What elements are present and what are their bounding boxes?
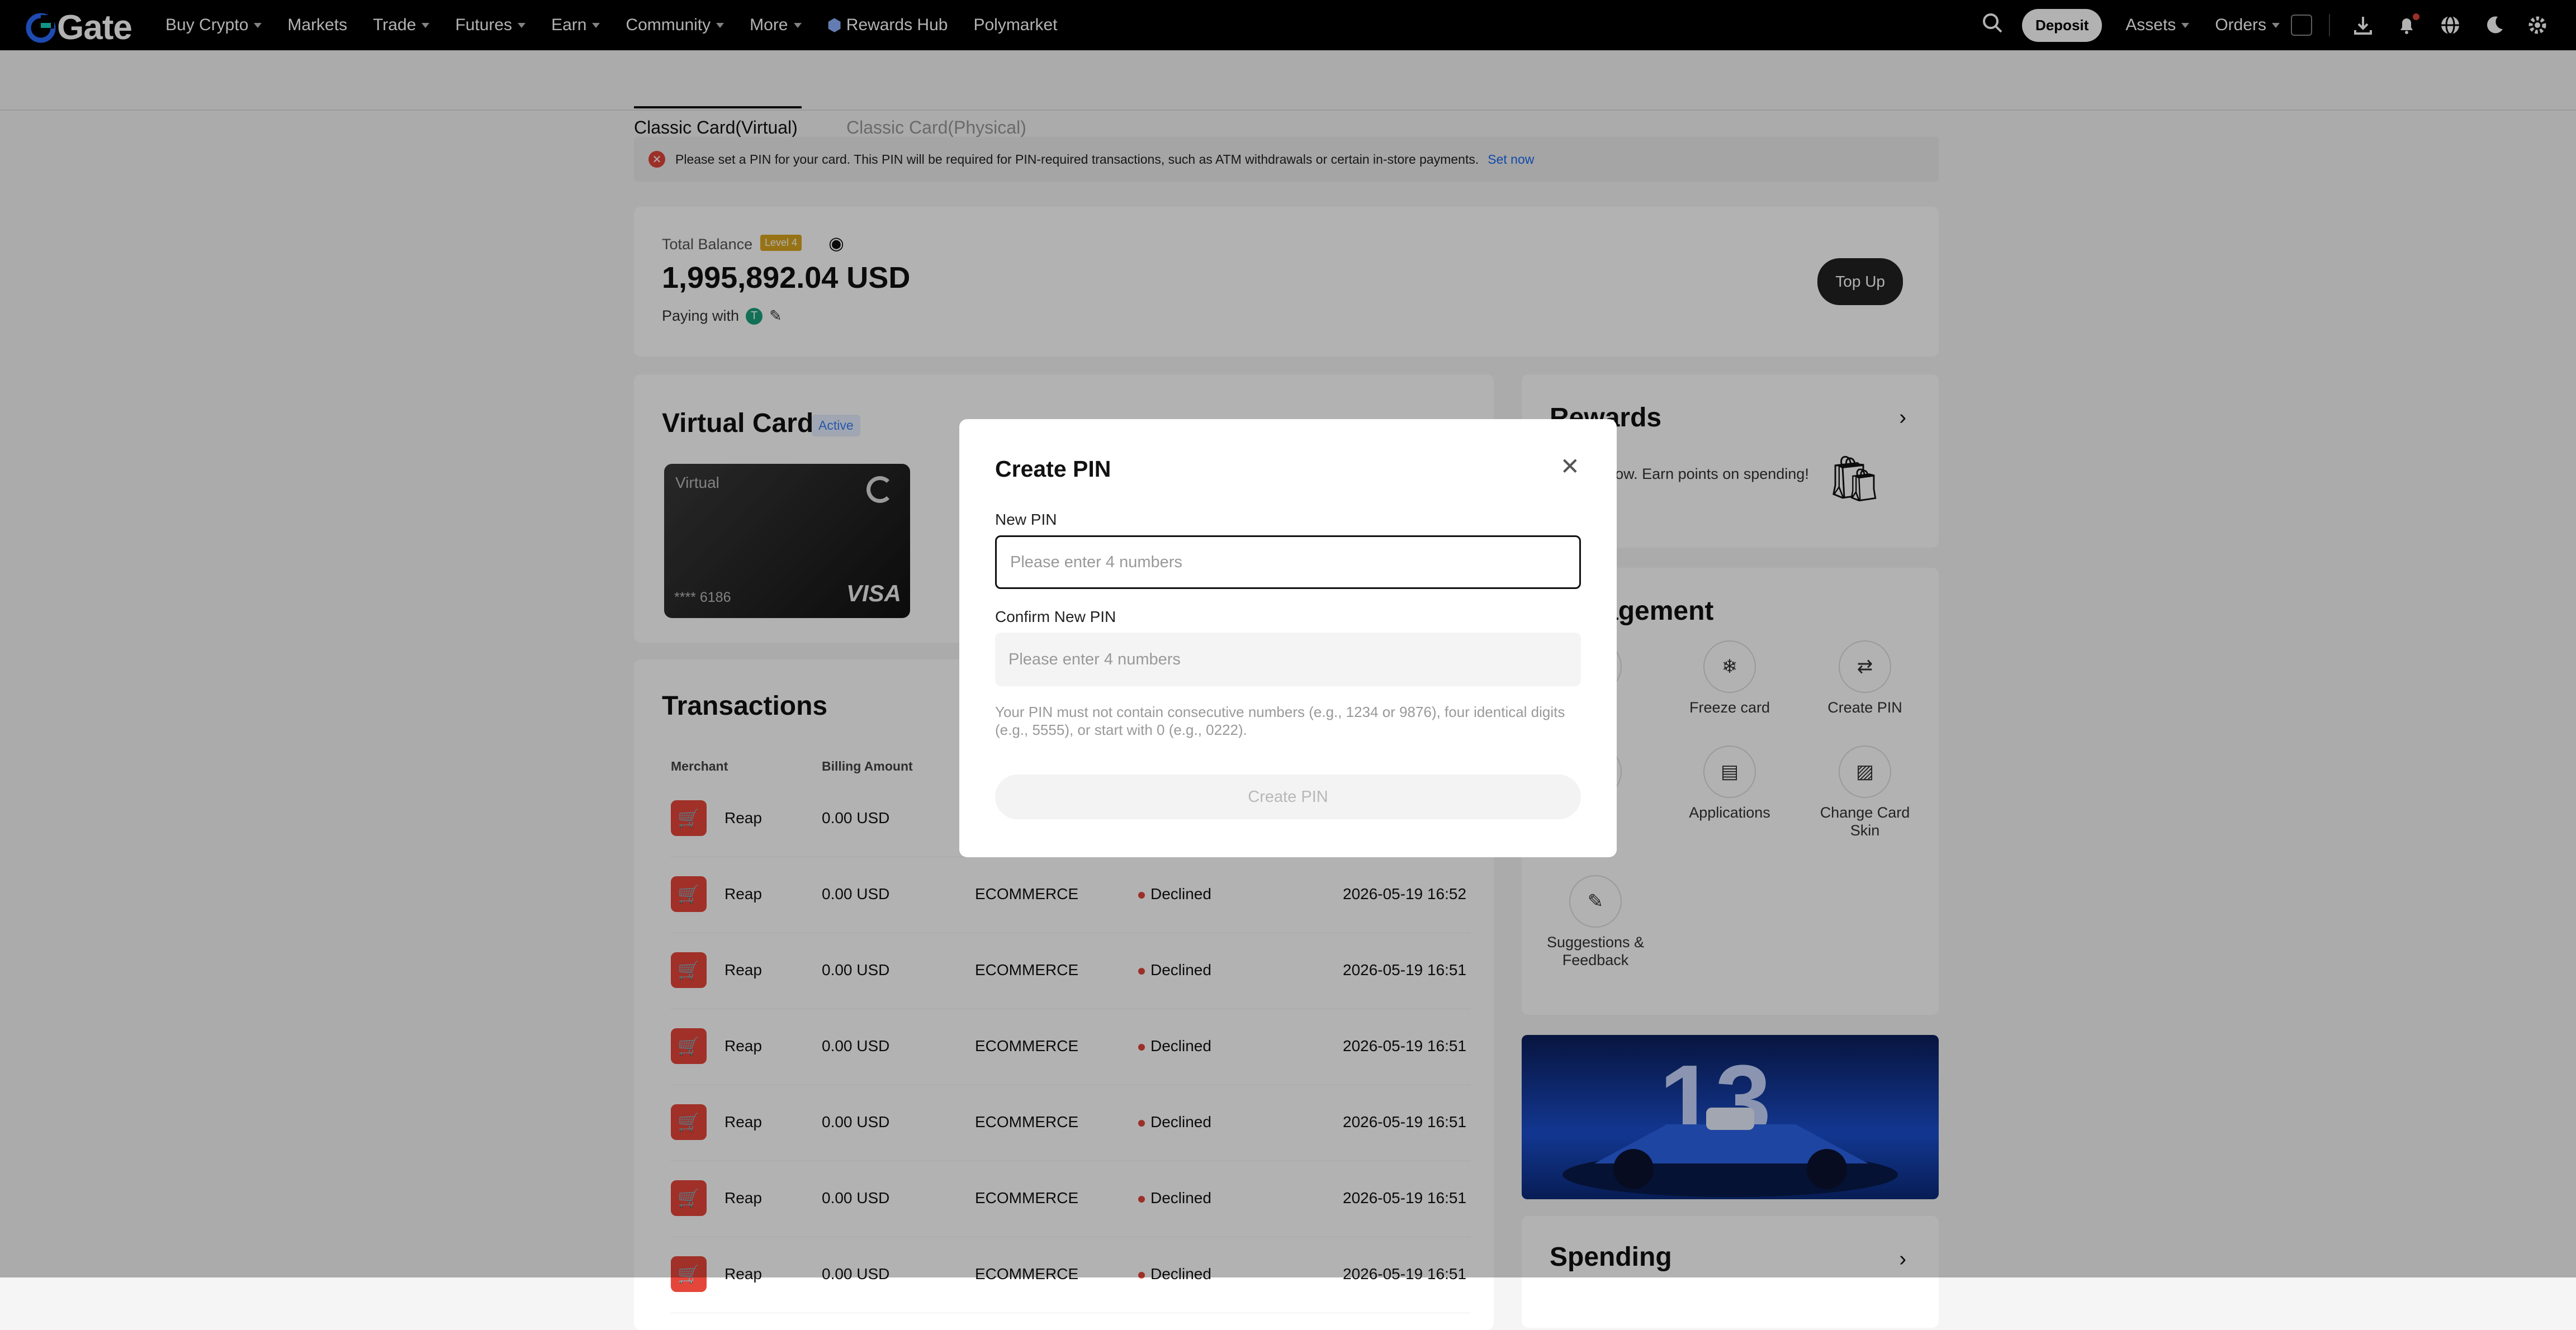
modal-title: Create PIN	[995, 456, 1111, 482]
pin-rules-help: Your PIN must not contain consecutive nu…	[995, 704, 1565, 738]
create-pin-modal: Create PIN ✕ New PIN Confirm New PIN You…	[959, 419, 1617, 857]
new-pin-label: New PIN	[995, 511, 1057, 528]
confirm-pin-label: Confirm New PIN	[995, 608, 1116, 625]
confirm-pin-input[interactable]	[995, 633, 1581, 686]
new-pin-input[interactable]	[995, 535, 1581, 589]
create-pin-button[interactable]: Create PIN	[995, 775, 1581, 819]
close-icon[interactable]: ✕	[1560, 453, 1580, 480]
